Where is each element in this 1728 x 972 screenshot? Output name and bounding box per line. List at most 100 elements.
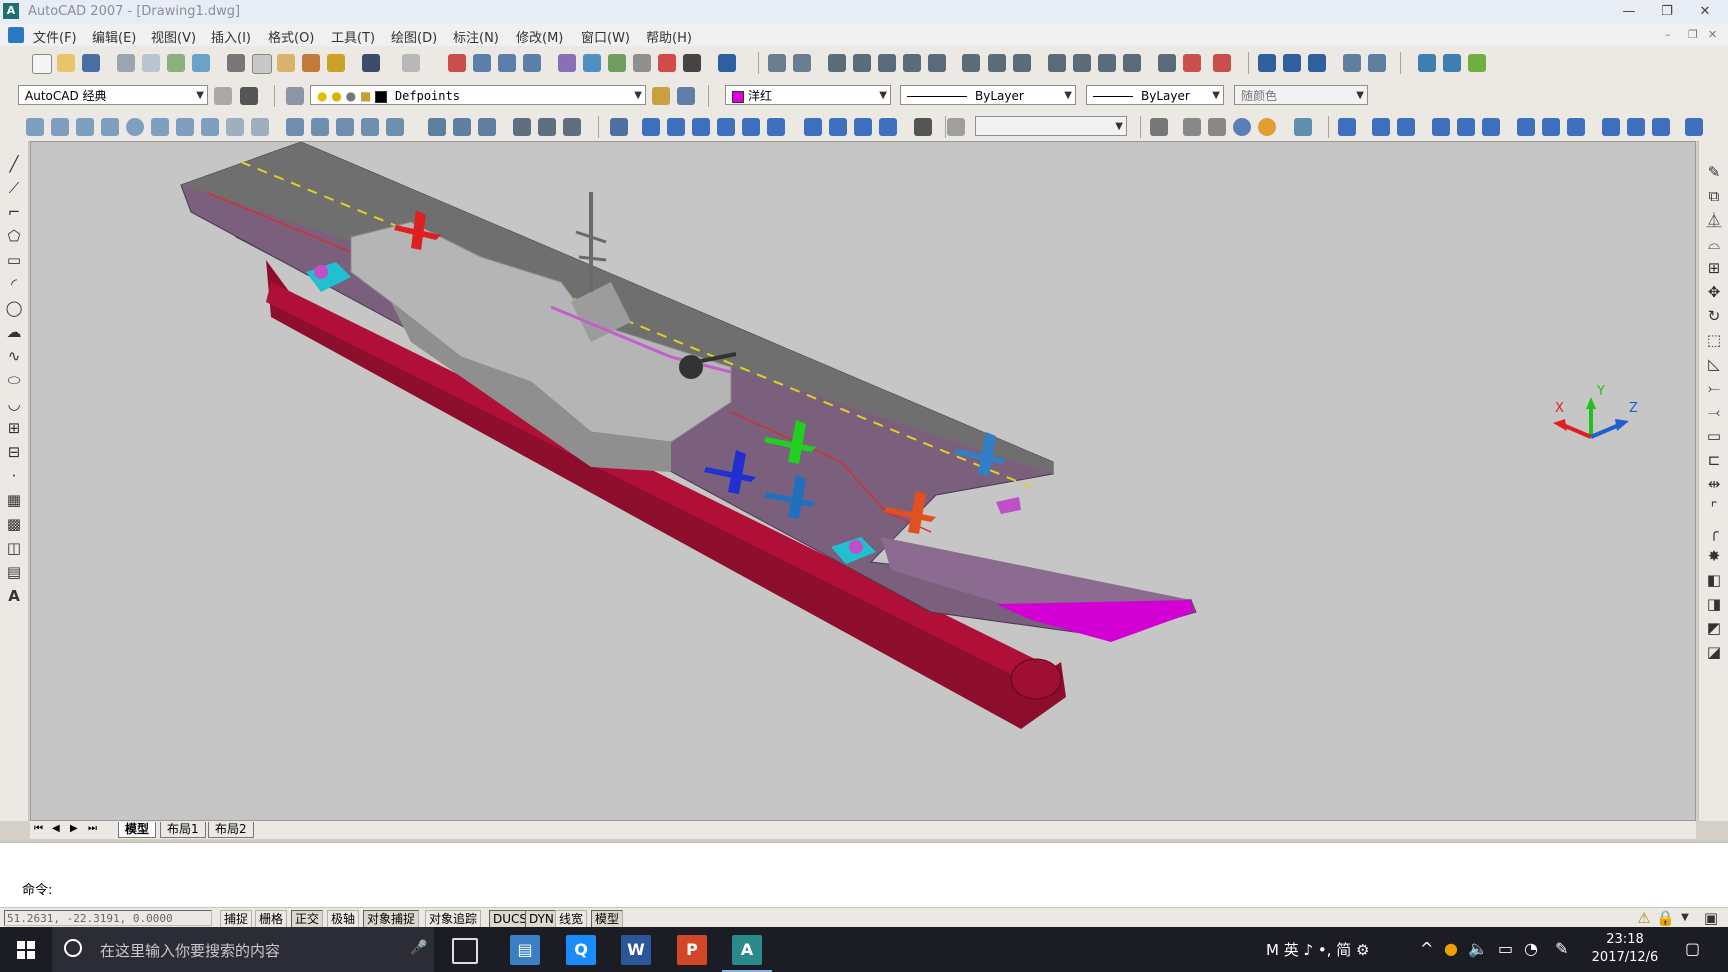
cut-icon[interactable]: [227, 54, 245, 72]
ne-iso-icon[interactable]: [854, 118, 872, 136]
free-orbit-icon[interactable]: [1443, 54, 1461, 72]
menu-view[interactable]: 视图(V): [151, 27, 196, 46]
subtract-icon[interactable]: [453, 118, 471, 136]
qq-icon[interactable]: Q: [566, 935, 596, 965]
3d-rotate-icon[interactable]: [538, 118, 556, 136]
cylinder-icon[interactable]: [151, 118, 169, 136]
taskbar-clock[interactable]: 23:18 2017/12/6: [1580, 931, 1670, 967]
snap-quadrant-icon[interactable]: [988, 54, 1006, 72]
design-center-icon[interactable]: [583, 54, 601, 72]
ucs-previous-icon[interactable]: [1397, 118, 1415, 136]
quickcalc-icon[interactable]: [683, 54, 701, 72]
menu-modify[interactable]: 修改(M): [516, 27, 563, 46]
trim-icon[interactable]: ⤚: [1705, 379, 1723, 397]
snap-perpendicular-icon[interactable]: [1048, 54, 1066, 72]
windows-start-icon[interactable]: [0, 927, 48, 972]
sweep-icon[interactable]: [336, 118, 354, 136]
menu-help[interactable]: 帮助(H): [646, 27, 692, 46]
revolve-icon[interactable]: [361, 118, 379, 136]
chamfer-icon[interactable]: ⌜: [1705, 499, 1723, 517]
box-icon[interactable]: [51, 118, 69, 136]
tab-layout2[interactable]: 布局2: [208, 822, 254, 838]
layer-previous-icon[interactable]: [1258, 54, 1276, 72]
communication-center-icon[interactable]: ⚠: [1635, 909, 1653, 927]
volume-icon[interactable]: 🔈: [1468, 939, 1488, 958]
camera-icon[interactable]: [914, 118, 932, 136]
ellipse-icon[interactable]: ⬭: [5, 371, 23, 389]
circle-icon[interactable]: ◯: [5, 299, 23, 317]
workspace-select[interactable]: AutoCAD 经典 ▼: [18, 85, 208, 105]
polyline-icon[interactable]: ⌐: [5, 203, 23, 221]
ucs-z-icon[interactable]: [1652, 118, 1670, 136]
point-icon[interactable]: ·: [5, 467, 23, 485]
ucs-object-icon[interactable]: [1457, 118, 1475, 136]
planar-surface-icon[interactable]: [251, 118, 269, 136]
drawing-document-icon[interactable]: [8, 27, 24, 43]
command-input[interactable]: [62, 877, 1666, 897]
snap-extension-icon[interactable]: [928, 54, 946, 72]
grid-toggle[interactable]: 栅格: [255, 910, 288, 928]
multiline-text-icon[interactable]: A: [5, 587, 23, 605]
block-editor-icon[interactable]: [327, 54, 345, 72]
offset-icon[interactable]: ⌓: [1705, 235, 1723, 253]
draworder-front-icon[interactable]: ◧: [1705, 571, 1723, 589]
linetype-select[interactable]: ByLayer ▼: [900, 85, 1076, 105]
dimension-linear-icon[interactable]: [768, 54, 786, 72]
menu-insert[interactable]: 插入(I): [211, 27, 251, 46]
cone-icon[interactable]: [101, 118, 119, 136]
bottom-view-icon[interactable]: [667, 118, 685, 136]
wedge-icon[interactable]: [76, 118, 94, 136]
break-icon[interactable]: ⊏: [1705, 451, 1723, 469]
layer-isolate-icon[interactable]: [1308, 54, 1326, 72]
extrude-icon[interactable]: [286, 118, 304, 136]
redo-icon[interactable]: [402, 54, 420, 72]
3d-orbit-icon[interactable]: [1418, 54, 1436, 72]
ortho-toggle[interactable]: 正交: [291, 910, 324, 928]
arc-icon[interactable]: ◜: [5, 275, 23, 293]
menu-edit[interactable]: 编辑(E): [92, 27, 136, 46]
polygon-icon[interactable]: ⬠: [5, 227, 23, 245]
conceptual-style-icon[interactable]: [1258, 118, 1276, 136]
publish-icon[interactable]: [167, 54, 185, 72]
new-file-icon[interactable]: [32, 54, 52, 74]
mdi-restore-button[interactable]: ❐: [1688, 28, 1698, 41]
paste-icon[interactable]: [277, 54, 295, 72]
construction-line-icon[interactable]: ⟋: [5, 179, 23, 197]
battery-icon[interactable]: ▭: [1498, 939, 1513, 958]
nw-iso-icon[interactable]: [879, 118, 897, 136]
snap-midpoint-icon[interactable]: [853, 54, 871, 72]
snap-tangent-icon[interactable]: [1013, 54, 1031, 72]
file-explorer-icon[interactable]: ▤: [510, 935, 540, 965]
layer-merge-icon[interactable]: [1368, 54, 1386, 72]
undo-icon[interactable]: [362, 54, 380, 72]
draworder-under-icon[interactable]: ◪: [1705, 643, 1723, 661]
make-block-icon[interactable]: ⊟: [5, 443, 23, 461]
mdi-close-button[interactable]: ✕: [1708, 28, 1717, 41]
se-iso-icon[interactable]: [829, 118, 847, 136]
last-tab-icon[interactable]: ⏭: [88, 823, 97, 834]
visual-style-select[interactable]: ▼: [975, 116, 1127, 136]
front-view-icon[interactable]: [742, 118, 760, 136]
snap-none-icon[interactable]: [1183, 54, 1201, 72]
spline-icon[interactable]: ∿: [5, 347, 23, 365]
menu-tools[interactable]: 工具(T): [331, 27, 375, 46]
named-views-icon[interactable]: [610, 118, 628, 136]
zoom-realtime-icon[interactable]: [473, 54, 491, 72]
break-at-point-icon[interactable]: ▭: [1705, 427, 1723, 445]
rotate-icon[interactable]: ↻: [1705, 307, 1723, 325]
3d-wireframe-icon[interactable]: [1208, 118, 1226, 136]
text-style-icon[interactable]: [1150, 118, 1168, 136]
help-icon[interactable]: [718, 54, 736, 72]
autocad-taskbar-icon[interactable]: A: [732, 935, 762, 965]
lineweight-select[interactable]: ByLayer ▼: [1086, 85, 1224, 105]
word-icon[interactable]: W: [621, 935, 651, 965]
dyn-toggle[interactable]: DYN: [525, 910, 558, 928]
drawing-viewport[interactable]: X Y Z: [30, 141, 1696, 821]
snap-intersection-icon[interactable]: [878, 54, 896, 72]
markup-icon[interactable]: [658, 54, 676, 72]
ucs-3point-icon[interactable]: [1567, 118, 1585, 136]
pan-icon[interactable]: [448, 54, 466, 72]
ucs-zaxis-icon[interactable]: [1542, 118, 1560, 136]
lineweight-toggle[interactable]: 线宽: [555, 910, 588, 928]
snap-node-icon[interactable]: [1123, 54, 1141, 72]
